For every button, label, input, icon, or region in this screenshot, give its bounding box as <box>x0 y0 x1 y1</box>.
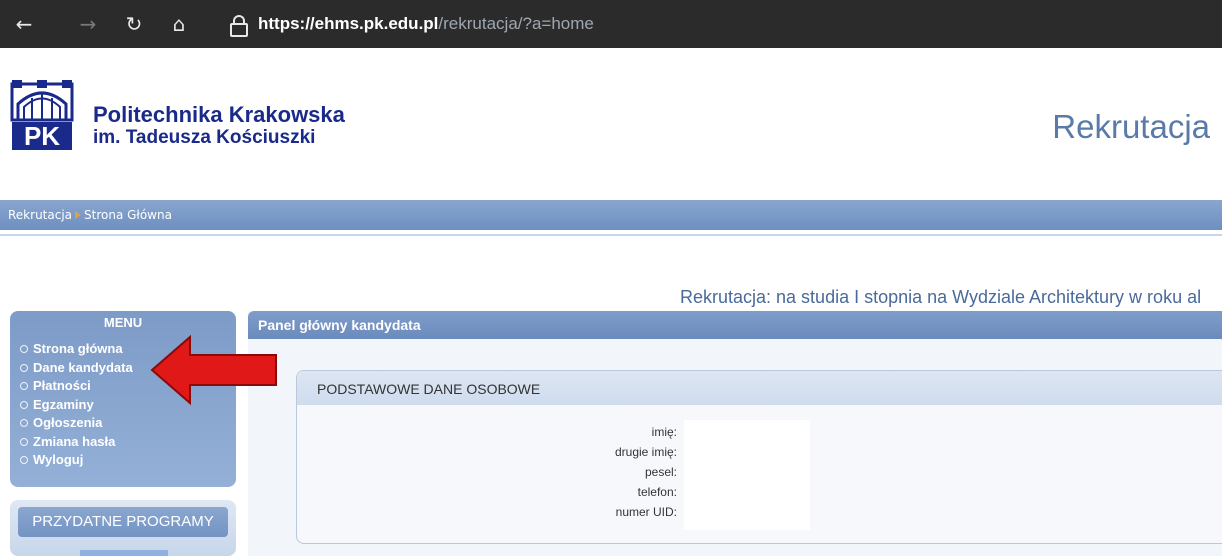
home-icon[interactable]: ⌂ <box>165 10 193 38</box>
university-logo: PK <box>10 80 74 151</box>
menu-list: Strona główna Dane kandydata Płatności E… <box>20 340 133 470</box>
menu-item-label: Zmiana hasła <box>33 433 116 449</box>
menu-item-dane-kandydata[interactable]: Dane kandydata <box>20 359 133 378</box>
field-label-drugie-imie: drugie imię: <box>614 445 677 459</box>
field-label-imie: imię: <box>651 425 677 439</box>
program-thumbnail[interactable] <box>80 550 168 556</box>
menu-item-wyloguj[interactable]: Wyloguj <box>20 451 133 470</box>
menu-title: MENU <box>103 315 143 330</box>
breadcrumb-item-current: Strona Główna <box>84 208 172 222</box>
menu-item-label: Płatności <box>33 378 91 393</box>
personal-data-labels: imię: drugie imię: pesel: telefon: numer… <box>560 422 677 522</box>
bullet-icon <box>20 363 28 372</box>
university-name: Politechnika Krakowska im. Tadeusza Kośc… <box>93 103 345 149</box>
menu-item-label: Dane kandydata <box>33 359 133 375</box>
menu-item-platnosci[interactable]: Płatności <box>20 377 133 396</box>
breadcrumb-bar: Rekrutacja Strona Główna <box>0 200 1222 236</box>
menu-item-egzaminy[interactable]: Egzaminy <box>20 396 133 415</box>
field-label-pesel: pesel: <box>644 465 677 479</box>
panel-header: Panel główny kandydata <box>248 311 1222 339</box>
url-path: /rekrutacja/?a=home <box>438 14 594 33</box>
breadcrumb: Rekrutacja Strona Główna <box>8 208 172 222</box>
field-label-numer-uid: numer UID: <box>615 505 677 519</box>
personal-data-values <box>684 420 810 530</box>
panel-title: Panel główny kandydata <box>258 317 421 333</box>
breadcrumb-separator-icon <box>75 211 82 219</box>
personal-data-title: PODSTAWOWE DANE OSOBOWE <box>317 381 541 397</box>
menu-item-zmiana-hasla[interactable]: Zmiana hasła <box>20 433 133 452</box>
university-name-line1: Politechnika Krakowska <box>93 102 345 127</box>
bullet-icon <box>20 437 28 446</box>
menu-item-label: Ogłoszenia <box>33 415 103 430</box>
bullet-icon <box>20 345 28 354</box>
menu-item-label: Wyloguj <box>33 452 84 467</box>
personal-data-header: PODSTAWOWE DANE OSOBOWE <box>297 371 1222 405</box>
bullet-icon <box>20 400 28 409</box>
menu-item-label: Egzaminy <box>33 396 94 412</box>
lock-icon <box>230 15 248 37</box>
university-name-line2: im. Tadeusza Kościuszki <box>93 127 316 148</box>
bullet-icon <box>20 419 28 428</box>
refresh-icon[interactable]: ↻ <box>120 10 148 38</box>
menu-item-strona-glowna[interactable]: Strona główna <box>20 340 133 359</box>
field-label-telefon: telefon: <box>637 485 677 499</box>
address-bar[interactable]: https://ehms.pk.edu.pl/rekrutacja/?a=hom… <box>230 12 594 37</box>
menu-item-label: Strona główna <box>33 341 123 356</box>
useful-programs-box: PRZYDATNE PROGRAMY <box>10 500 236 556</box>
forward-arrow-icon[interactable]: → <box>74 10 102 38</box>
section-title: Rekrutacja <box>1052 108 1210 145</box>
back-arrow-icon[interactable]: ← <box>10 10 38 38</box>
useful-programs-title: PRZYDATNE PROGRAMY <box>18 507 228 537</box>
logo-text: PK <box>24 121 60 151</box>
browser-toolbar: ← → ↻ ⌂ https://ehms.pk.edu.pl/rekrutacj… <box>0 0 1222 48</box>
bullet-icon <box>20 382 28 391</box>
bullet-icon <box>20 456 28 465</box>
url-host: https://ehms.pk.edu.pl <box>258 14 439 33</box>
menu-item-ogloszenia[interactable]: Ogłoszenia <box>20 414 133 433</box>
recruitment-notice: Rekrutacja: na studia I stopnia na Wydzi… <box>680 287 1202 307</box>
red-arrow-icon <box>150 334 277 406</box>
url-text[interactable]: https://ehms.pk.edu.pl/rekrutacja/?a=hom… <box>258 14 594 34</box>
breadcrumb-item-rekrutacja[interactable]: Rekrutacja <box>8 208 72 222</box>
